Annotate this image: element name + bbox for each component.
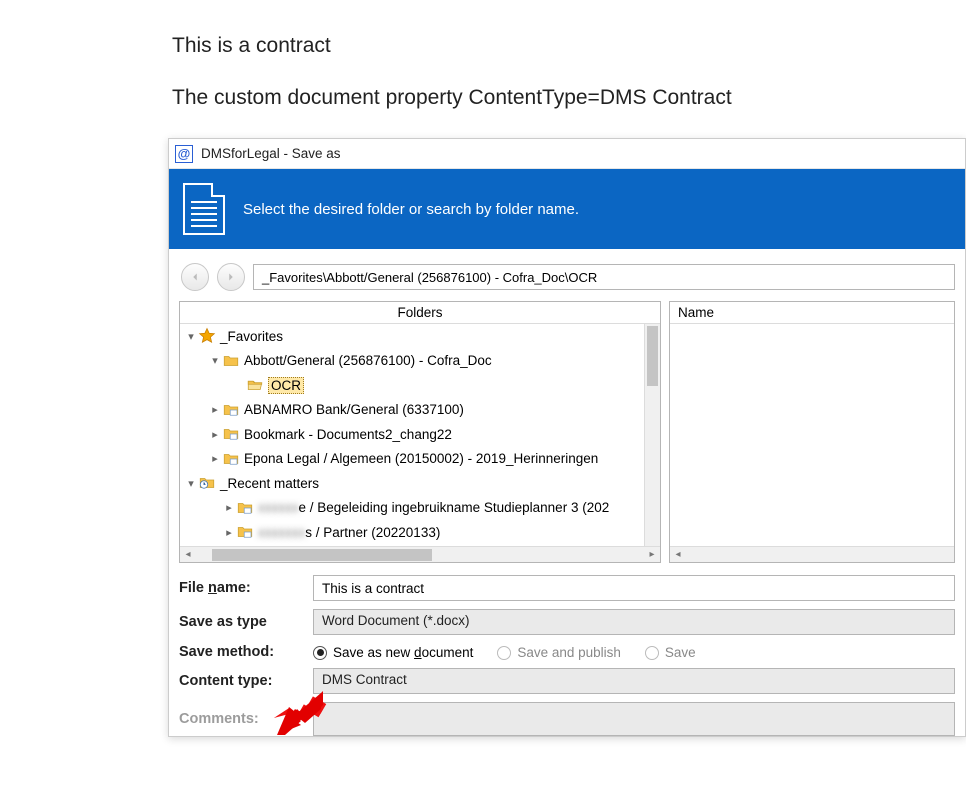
files-pane: Name ◂ xyxy=(669,301,955,563)
site-folder-icon xyxy=(236,523,254,541)
banner-text: Select the desired folder or search by f… xyxy=(243,201,579,218)
tree-row-favorites[interactable]: ▾ _Favorites xyxy=(180,324,660,349)
annotation-arrow-icon xyxy=(275,689,325,737)
tree-label: _Recent matters xyxy=(220,476,319,491)
tree-label: Abbott/General (256876100) - Cofra_Doc xyxy=(244,353,492,368)
filename-label: File name: xyxy=(179,580,313,596)
tree-label: xxxxxxxs / Partner (20220133) xyxy=(258,525,440,540)
radio-save-new[interactable]: Save as new document xyxy=(313,645,473,660)
tree-row-epona[interactable]: ▸ Epona Legal / Algemeen (20150002) - 20… xyxy=(180,447,660,472)
nav-forward-button[interactable] xyxy=(217,263,245,291)
tree-row-recent-1[interactable]: ▸ xxxxxxe / Begeleiding ingebruikname St… xyxy=(180,496,660,521)
folder-open-icon xyxy=(246,376,264,394)
site-folder-icon xyxy=(222,450,240,468)
vertical-scrollbar[interactable] xyxy=(644,324,660,546)
name-column-header[interactable]: Name xyxy=(670,302,954,324)
expand-icon[interactable]: ▸ xyxy=(222,526,236,539)
titlebar: @ DMSforLegal - Save as xyxy=(169,139,965,169)
expand-icon[interactable]: ▸ xyxy=(208,452,222,465)
folder-tree[interactable]: ▾ _Favorites ▾ Abbott/General (256876100… xyxy=(180,324,660,548)
radio-save[interactable]: Save xyxy=(645,645,696,660)
star-icon xyxy=(198,327,216,345)
tree-row-recent-2[interactable]: ▸ xxxxxxxs / Partner (20220133) xyxy=(180,520,660,545)
page-heading-1: This is a contract xyxy=(0,0,966,58)
tree-label: Bookmark - Documents2_chang22 xyxy=(244,427,452,442)
tree-label: Epona Legal / Algemeen (20150002) - 2019… xyxy=(244,451,598,466)
nav-back-button[interactable] xyxy=(181,263,209,291)
site-folder-icon xyxy=(222,401,240,419)
saveastype-label: Save as type xyxy=(179,614,313,630)
radio-icon xyxy=(497,646,511,660)
expand-icon[interactable]: ▾ xyxy=(184,477,198,490)
filename-input[interactable] xyxy=(313,575,955,601)
expand-icon[interactable]: ▸ xyxy=(208,403,222,416)
expand-icon[interactable]: ▾ xyxy=(208,354,222,367)
banner: Select the desired folder or search by f… xyxy=(169,169,965,249)
app-icon: @ xyxy=(175,145,193,163)
savemethod-label: Save method: xyxy=(179,644,313,660)
site-folder-icon xyxy=(222,425,240,443)
saveas-dialog: @ DMSforLegal - Save as Select the desir… xyxy=(168,138,966,737)
radio-icon xyxy=(645,646,659,660)
radio-icon xyxy=(313,646,327,660)
tree-label: ABNAMRO Bank/General (6337100) xyxy=(244,402,464,417)
expand-icon[interactable]: ▸ xyxy=(208,428,222,441)
folders-pane: Folders ▾ _Favorites ▾ Abb xyxy=(179,301,661,563)
expand-icon[interactable]: ▸ xyxy=(222,501,236,514)
document-icon xyxy=(183,183,225,235)
tree-label: _Favorites xyxy=(220,329,283,344)
tree-row-abnamro[interactable]: ▸ ABNAMRO Bank/General (6337100) xyxy=(180,398,660,423)
contenttype-dropdown[interactable]: DMS Contract xyxy=(313,668,955,694)
folder-icon xyxy=(222,352,240,370)
comments-textarea[interactable] xyxy=(313,702,955,736)
tree-label: xxxxxxe / Begeleiding ingebruikname Stud… xyxy=(258,500,609,515)
horizontal-scrollbar[interactable]: ◂▸ xyxy=(180,546,660,562)
page-heading-2: The custom document property ContentType… xyxy=(0,58,966,110)
expand-icon[interactable]: ▾ xyxy=(184,330,198,343)
tree-label-selected: OCR xyxy=(268,377,304,394)
tree-row-ocr[interactable]: OCR xyxy=(180,373,660,398)
tree-row-recent[interactable]: ▾ _Recent matters xyxy=(180,471,660,496)
horizontal-scrollbar[interactable]: ◂ xyxy=(670,546,954,562)
clock-folder-icon xyxy=(198,474,216,492)
tree-row-abbott[interactable]: ▾ Abbott/General (256876100) - Cofra_Doc xyxy=(180,349,660,374)
path-input[interactable]: _Favorites\Abbott/General (256876100) - … xyxy=(253,264,955,290)
window-title: DMSforLegal - Save as xyxy=(201,146,341,161)
saveastype-dropdown[interactable]: Word Document (*.docx) xyxy=(313,609,955,635)
folders-header: Folders xyxy=(180,302,660,324)
tree-row-bookmark[interactable]: ▸ Bookmark - Documents2_chang22 xyxy=(180,422,660,447)
site-folder-icon xyxy=(236,499,254,517)
radio-save-publish[interactable]: Save and publish xyxy=(497,645,621,660)
